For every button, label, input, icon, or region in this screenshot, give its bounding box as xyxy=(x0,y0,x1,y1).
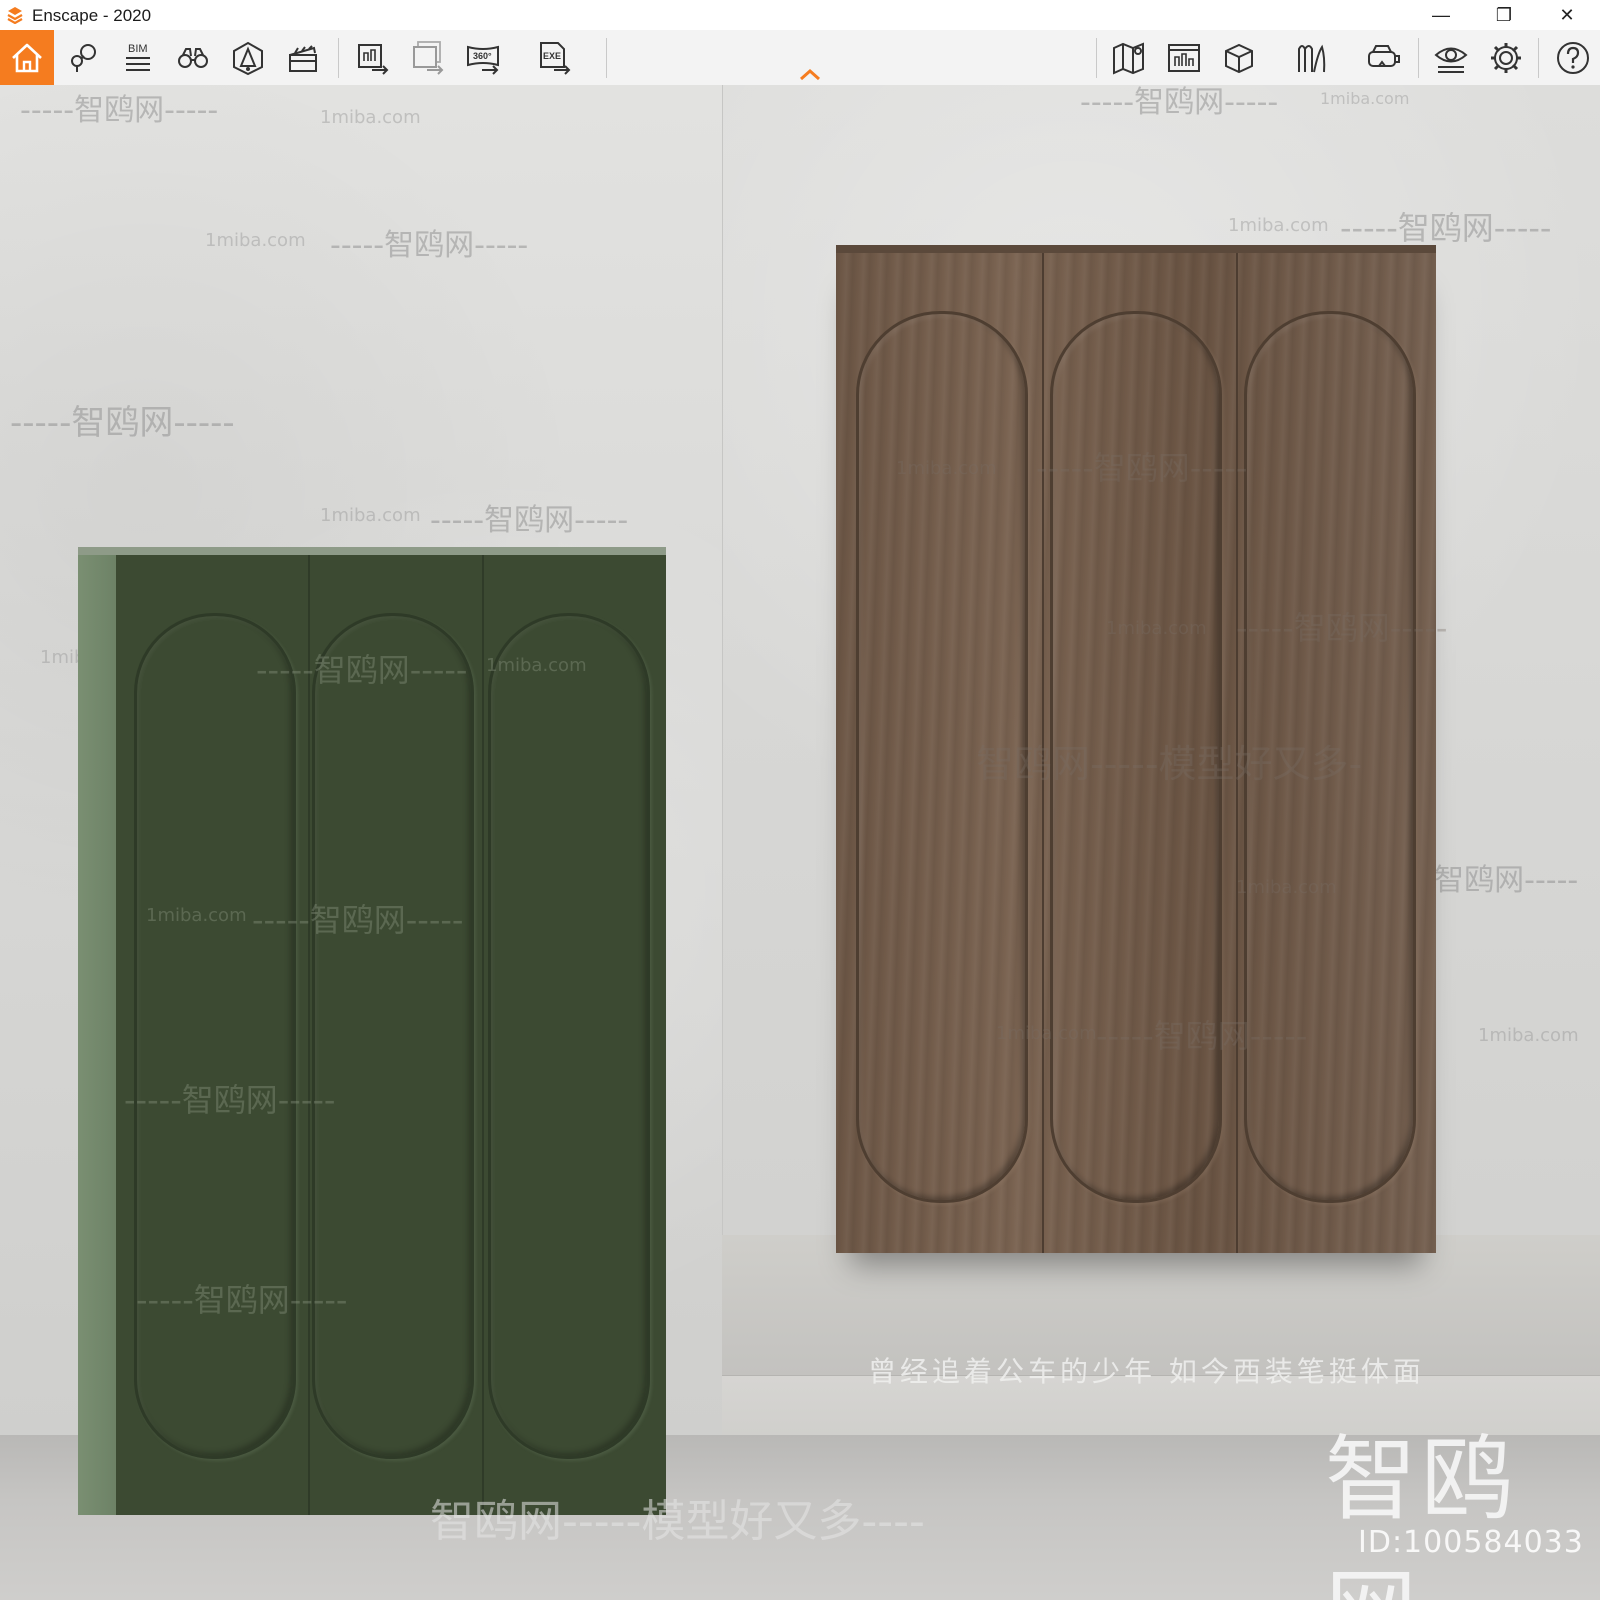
slogan-watermark: 智鸥网-----模型好又多---- xyxy=(430,1496,925,1547)
walnut-wardrobe[interactable]: 1miba.com -----智鸥网----- 1miba.com -----智… xyxy=(836,253,1447,1253)
video-editor-button[interactable] xyxy=(276,30,330,85)
panorama-button[interactable]: 360° xyxy=(456,30,510,85)
collapse-toolbar-icon[interactable] xyxy=(798,66,822,82)
perspective-button[interactable] xyxy=(221,30,275,85)
toolbar-separator xyxy=(338,38,339,78)
restore-button[interactable]: ❐ xyxy=(1481,0,1527,30)
enscape-logo-icon xyxy=(7,7,23,24)
home-button[interactable] xyxy=(0,30,54,85)
asset-library-button[interactable] xyxy=(1284,30,1338,85)
door-seam xyxy=(1236,253,1238,1253)
help-icon xyxy=(1557,41,1589,74)
model-id: ID:100584033 xyxy=(1358,1525,1584,1560)
arch-panel xyxy=(1244,311,1416,1203)
video-editor-icon xyxy=(289,44,317,72)
close-icon: ✕ xyxy=(1559,4,1575,25)
asset-library-icon xyxy=(1298,44,1326,72)
help-button[interactable] xyxy=(1546,30,1600,85)
arch-panel xyxy=(488,613,650,1459)
svg-text:BIM: BIM xyxy=(128,43,148,55)
batch-render-button[interactable] xyxy=(401,30,455,85)
toolbar-separator xyxy=(1538,38,1539,78)
minimize-icon: — xyxy=(1432,4,1450,25)
visual-settings-icon xyxy=(1434,47,1468,73)
home-icon xyxy=(12,43,42,72)
toolbar-separator xyxy=(1418,38,1419,78)
arch-panel xyxy=(134,613,296,1459)
window-title: Enscape - 2020 xyxy=(32,6,152,25)
perspective-icon xyxy=(233,41,263,75)
toolbar-separator xyxy=(1096,38,1097,78)
batch-render-icon xyxy=(413,40,444,75)
svg-text:360°: 360° xyxy=(473,51,492,61)
panorama-360-icon: 360° xyxy=(467,45,499,75)
render-window-button[interactable] xyxy=(1157,30,1211,85)
settings-gear-icon xyxy=(1491,42,1521,73)
vr-headset-icon xyxy=(1368,44,1400,67)
scene-caption: 曾经追着公车的少年 如今西装笔挺体面 xyxy=(868,1355,1425,1388)
cube-icon xyxy=(1225,43,1253,73)
binoculars-icon xyxy=(178,47,208,68)
map-icon xyxy=(1113,42,1144,75)
cube-button[interactable] xyxy=(1212,30,1266,85)
door-seam xyxy=(482,555,484,1515)
door-seam xyxy=(308,555,310,1515)
export-exe-icon: EXE xyxy=(540,41,571,75)
export-exe-button[interactable]: EXE xyxy=(528,30,582,85)
settings-button[interactable] xyxy=(1479,30,1533,85)
green-cabinet-side xyxy=(78,555,116,1515)
arch-panel xyxy=(1050,311,1222,1203)
binoculars-button[interactable] xyxy=(166,30,220,85)
door-seam xyxy=(1042,253,1044,1253)
restore-icon: ❐ xyxy=(1495,4,1513,25)
toolbar-separator xyxy=(606,38,607,78)
svg-text:EXE: EXE xyxy=(543,51,561,61)
bim-button[interactable]: BIM xyxy=(111,30,165,85)
minimize-button[interactable]: — xyxy=(1418,0,1464,30)
export-screenshot-icon xyxy=(358,43,389,75)
title-bar: Enscape - 2020 — ❐ ✕ xyxy=(0,0,1600,30)
map-button[interactable] xyxy=(1102,30,1156,85)
screenshot-button[interactable] xyxy=(346,30,400,85)
vr-headset-button[interactable] xyxy=(1356,30,1410,85)
close-button[interactable]: ✕ xyxy=(1544,0,1590,30)
arch-panel xyxy=(856,311,1028,1203)
green-wardrobe[interactable]: -----智鸥网----- 1miba.com 1miba.com -----智… xyxy=(116,555,666,1515)
render-window-icon xyxy=(1168,43,1200,72)
views-button[interactable] xyxy=(56,30,110,85)
tag-location-icon xyxy=(71,43,96,72)
visual-settings-button[interactable] xyxy=(1424,30,1478,85)
arch-panel xyxy=(312,613,474,1459)
bim-icon: BIM xyxy=(126,43,150,71)
render-viewport[interactable]: 1miba.com -----智鸥网----- 1miba.com -----智… xyxy=(0,85,1600,1600)
brand-watermark: 智鸥网 xyxy=(1325,1426,1518,1600)
